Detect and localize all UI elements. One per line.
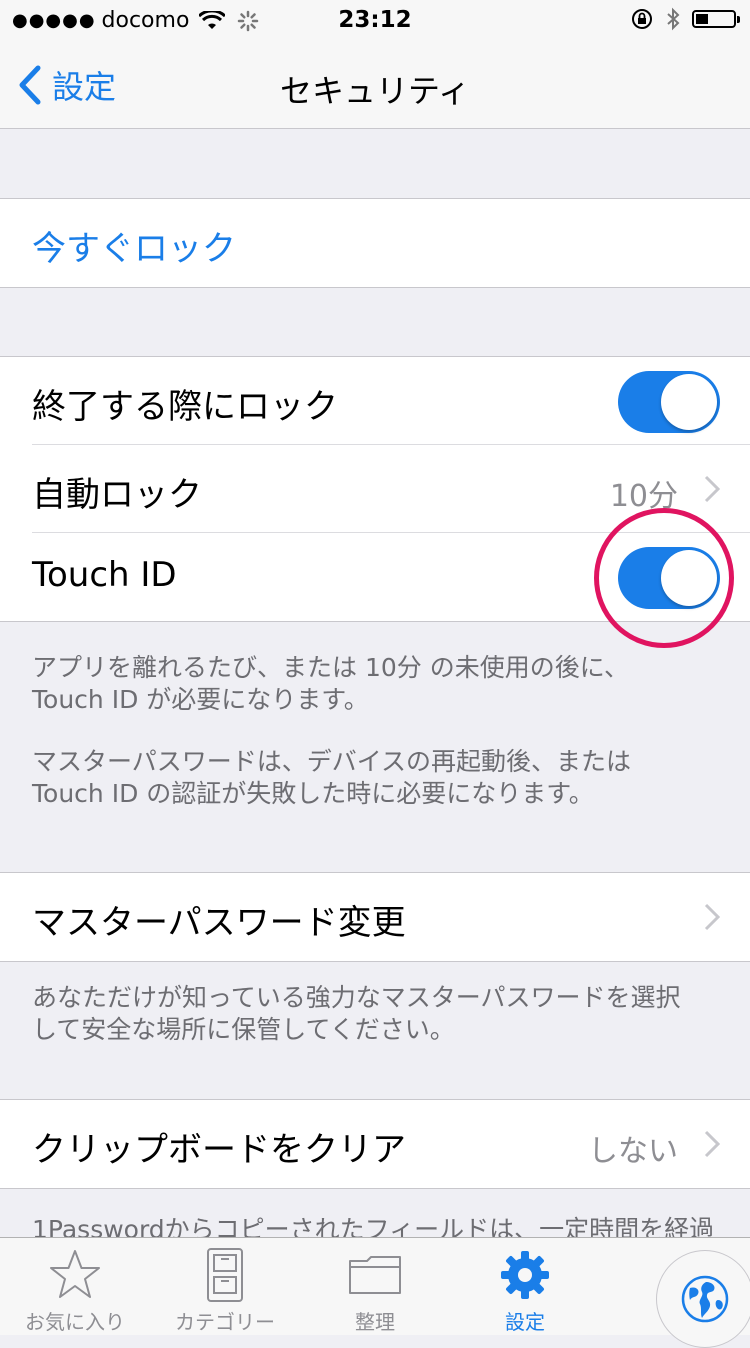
star-icon xyxy=(50,1250,100,1298)
footer-line: Touch ID の認証が失敗した時に必要になります。 xyxy=(32,779,594,808)
lock-now-label: 今すぐロック xyxy=(32,229,236,269)
footer-line: Touch ID が必要になります。 xyxy=(32,685,369,714)
page-title: セキュリティ xyxy=(279,72,471,110)
tab-bar: お気に入り カテゴリー 整理 設定 xyxy=(0,1237,750,1335)
lock-now-cell[interactable]: 今すぐロック xyxy=(0,199,750,287)
footer-line: して安全な場所に保管してください。 xyxy=(32,1015,455,1044)
clipboard-cell[interactable]: クリップボードをクリア しない xyxy=(0,1100,750,1188)
lock-now-group: 今すぐロック xyxy=(0,198,750,288)
chevron-right-icon xyxy=(704,903,720,931)
master-password-label: マスターパスワード変更 xyxy=(32,903,406,943)
clipboard-group: クリップボードをクリア しない xyxy=(0,1099,750,1189)
tab-label: 整理 xyxy=(355,1310,395,1334)
chevron-right-icon xyxy=(704,1130,720,1158)
lock-on-exit-cell: 終了する際にロック xyxy=(0,357,750,445)
touch-id-label: Touch ID xyxy=(32,555,177,595)
tab-organize[interactable]: 整理 xyxy=(300,1238,450,1335)
globe-icon xyxy=(681,1275,729,1323)
status-bar: ●●●●● docomo 23:12 xyxy=(0,0,750,40)
gear-icon xyxy=(501,1251,549,1299)
tab-label: 設定 xyxy=(505,1310,545,1334)
status-right xyxy=(630,7,740,31)
tab-label: カテゴリー xyxy=(175,1310,275,1334)
master-password-footer: あなただけが知っている強力なマスターパスワードを選択 して安全な場所に保管してく… xyxy=(32,982,722,1046)
tab-favorites[interactable]: お気に入り xyxy=(0,1238,150,1335)
master-password-group: マスターパスワード変更 xyxy=(0,872,750,962)
footer-line: マスターパスワードは、デバイスの再起動後、または xyxy=(32,747,632,776)
tab-settings[interactable]: 設定 xyxy=(450,1238,600,1335)
footer-line: あなただけが知っている強力なマスターパスワードを選択 xyxy=(32,983,681,1012)
clipboard-label: クリップボードをクリア xyxy=(32,1130,406,1170)
footer-line: アプリを離れるたび、または 10分 の未使用の後に、 xyxy=(32,653,629,682)
navigation-bar: 設定 セキュリティ xyxy=(0,40,750,129)
lock-on-exit-label: 終了する際にロック xyxy=(32,387,338,427)
touch-id-footer: アプリを離れるたび、または 10分 の未使用の後に、 Touch ID が必要に… xyxy=(32,652,722,810)
bluetooth-icon xyxy=(667,7,680,31)
tab-label: お気に入り xyxy=(25,1310,125,1334)
battery-icon xyxy=(692,10,740,28)
clipboard-value: しない xyxy=(588,1134,678,1169)
master-password-cell[interactable]: マスターパスワード変更 xyxy=(0,873,750,961)
highlight-circle xyxy=(594,508,734,648)
lock-on-exit-toggle[interactable] xyxy=(618,371,720,433)
auto-lock-label: 自動ロック xyxy=(32,475,202,515)
chevron-right-icon xyxy=(704,475,720,503)
tab-categories[interactable]: カテゴリー xyxy=(150,1238,300,1335)
cabinet-icon xyxy=(207,1248,243,1302)
web-browser-button[interactable] xyxy=(656,1250,750,1348)
folder-icon xyxy=(349,1256,401,1294)
orientation-lock-icon xyxy=(632,9,652,29)
